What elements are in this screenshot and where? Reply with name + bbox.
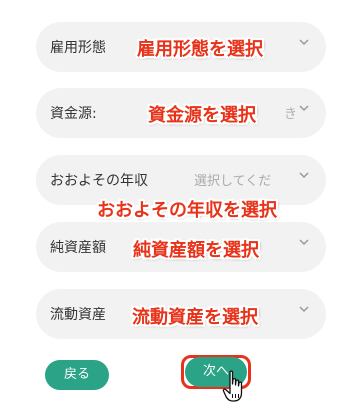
field-label-source-of-funds: 資金源: <box>50 106 97 122</box>
field-label-liquid-assets: 流動資産 <box>50 307 106 323</box>
callout-liquid-assets: 流動資産を選択 <box>132 307 258 328</box>
chevron-down-icon <box>299 172 309 179</box>
callout-annual-income: おおよその年収を選択 <box>97 200 277 221</box>
hand-pointer-icon <box>222 370 243 402</box>
callout-employment-type: 雇用形態を選択 <box>137 39 263 60</box>
field-label-annual-income: おおよその年収 <box>50 173 148 189</box>
back-button[interactable]: 戻る <box>45 360 109 390</box>
chevron-down-icon <box>299 105 309 112</box>
callout-source-of-funds: 資金源を選択 <box>148 105 256 126</box>
select-placeholder: 選択してくだ <box>194 174 272 189</box>
chevron-down-icon <box>299 306 309 313</box>
field-label-net-worth: 純資産額 <box>50 240 106 256</box>
chevron-down-icon <box>299 239 309 246</box>
chevron-down-icon <box>299 39 309 46</box>
form-page: 雇用形態 雇用形態を選択 資金源: き 資金源を選択 おおよその年収 選択してく… <box>0 0 360 417</box>
select-value-partial: き <box>284 107 298 122</box>
callout-net-worth: 純資産額を選択 <box>133 240 259 261</box>
field-label-employment-type: 雇用形態 <box>50 40 106 56</box>
